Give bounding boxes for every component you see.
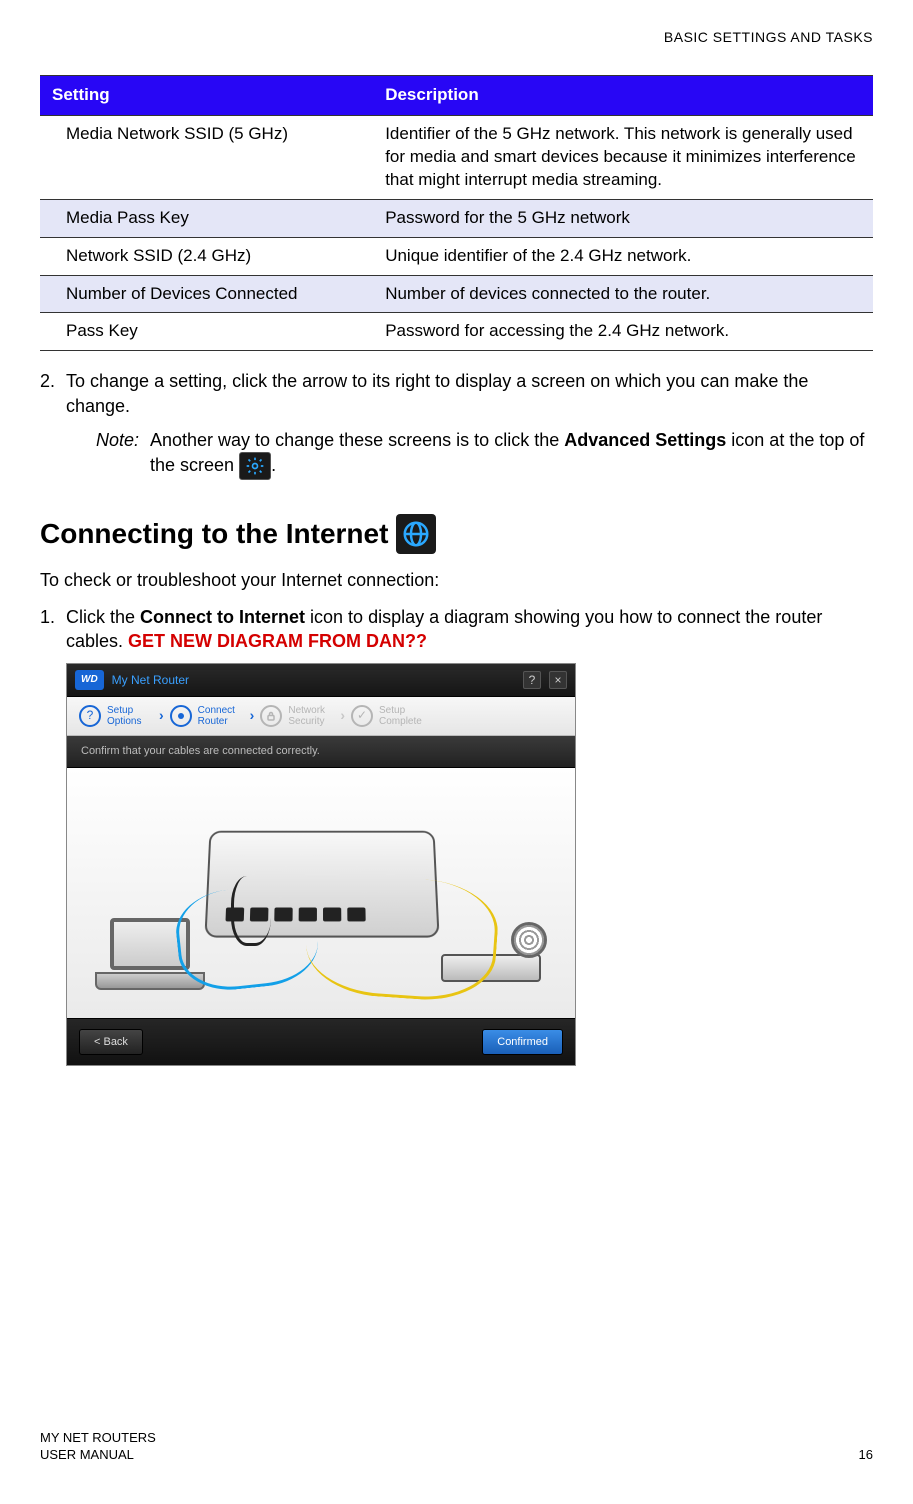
- col-description: Description: [373, 75, 873, 115]
- col-setting: Setting: [40, 75, 373, 115]
- laptop-illustration: [95, 918, 205, 998]
- footer-line2: USER MANUAL: [40, 1447, 156, 1464]
- step-2: 2. To change a setting, click the arrow …: [40, 369, 873, 418]
- note-label: Note:: [96, 428, 150, 480]
- footer-line1: MY NET ROUTERS: [40, 1430, 156, 1447]
- back-button[interactable]: < Back: [79, 1029, 143, 1056]
- cell-setting: Number of Devices Connected: [40, 275, 373, 313]
- wizard-step-setup-options[interactable]: ? SetupOptions: [79, 705, 153, 727]
- chevron-right-icon: ›: [159, 706, 164, 725]
- section-title: Connecting to the Internet: [40, 514, 873, 554]
- intro-text: To check or troubleshoot your Internet c…: [40, 568, 873, 592]
- app-title: My Net Router: [112, 672, 189, 688]
- cell-desc: Password for accessing the 2.4 GHz netwo…: [373, 313, 873, 351]
- wizard-step-connect-router[interactable]: ConnectRouter: [170, 705, 244, 727]
- note-text: Another way to change these screens is t…: [150, 430, 564, 450]
- page-number: 16: [859, 1446, 873, 1464]
- app-titlebar: WD My Net Router ? ×: [67, 664, 575, 697]
- note-body: Another way to change these screens is t…: [150, 428, 873, 480]
- router-app-screenshot: WD My Net Router ? × ? SetupOptions › Co…: [66, 663, 576, 1066]
- table-row: Pass Key Password for accessing the 2.4 …: [40, 313, 873, 351]
- step-body: To change a setting, click the arrow to …: [66, 369, 873, 418]
- gear-icon: [239, 452, 271, 480]
- wizard-steps: ? SetupOptions › ConnectRouter › Network…: [67, 697, 575, 736]
- note: Note: Another way to change these screen…: [96, 428, 873, 480]
- chevron-right-icon: ›: [340, 706, 345, 725]
- note-period: .: [271, 455, 276, 475]
- wifi-icon: [170, 705, 192, 727]
- step-bold: Connect to Internet: [140, 607, 305, 627]
- globe-icon: [396, 514, 436, 554]
- section-header: BASIC SETTINGS AND TASKS: [40, 28, 873, 47]
- cell-setting: Pass Key: [40, 313, 373, 351]
- diagram-canvas: [67, 768, 575, 1018]
- step-number: 2.: [40, 369, 66, 418]
- step-1: 1. Click the Connect to Internet icon to…: [40, 605, 873, 654]
- step-text: Click the: [66, 607, 140, 627]
- step-red: GET NEW DIAGRAM FROM DAN??: [128, 631, 427, 651]
- section-title-text: Connecting to the Internet: [40, 515, 388, 553]
- cell-setting: Network SSID (2.4 GHz): [40, 237, 373, 275]
- check-icon: ✓: [351, 705, 373, 727]
- cell-desc: Unique identifier of the 2.4 GHz network…: [373, 237, 873, 275]
- chevron-right-icon: ›: [250, 706, 255, 725]
- step-label: ConnectRouter: [198, 705, 244, 727]
- step-label: NetworkSecurity: [288, 705, 334, 727]
- cell-desc: Identifier of the 5 GHz network. This ne…: [373, 115, 873, 199]
- step-label: SetupComplete: [379, 705, 425, 727]
- question-icon: ?: [79, 705, 101, 727]
- cell-desc: Number of devices connected to the route…: [373, 275, 873, 313]
- wizard-step-network-security[interactable]: NetworkSecurity: [260, 705, 334, 727]
- page-footer: MY NET ROUTERS USER MANUAL 16: [40, 1430, 873, 1464]
- table-row: Media Network SSID (5 GHz) Identifier of…: [40, 115, 873, 199]
- router-illustration: [204, 830, 439, 937]
- modem-illustration: [441, 928, 551, 988]
- note-bold: Advanced Settings: [564, 430, 726, 450]
- confirmed-button[interactable]: Confirmed: [482, 1029, 563, 1056]
- step-label: SetupOptions: [107, 705, 153, 727]
- cell-setting: Media Network SSID (5 GHz): [40, 115, 373, 199]
- step-body: Click the Connect to Internet icon to di…: [66, 605, 873, 654]
- cell-desc: Password for the 5 GHz network: [373, 199, 873, 237]
- table-row: Media Pass Key Password for the 5 GHz ne…: [40, 199, 873, 237]
- table-row: Number of Devices Connected Number of de…: [40, 275, 873, 313]
- settings-table: Setting Description Media Network SSID (…: [40, 75, 873, 352]
- cell-setting: Media Pass Key: [40, 199, 373, 237]
- instruction-bar: Confirm that your cables are connected c…: [67, 736, 575, 768]
- wd-logo: WD: [75, 670, 104, 690]
- step-number: 1.: [40, 605, 66, 654]
- lock-icon: [260, 705, 282, 727]
- table-row: Network SSID (2.4 GHz) Unique identifier…: [40, 237, 873, 275]
- app-footer: < Back Confirmed: [67, 1018, 575, 1066]
- help-button[interactable]: ?: [523, 671, 541, 689]
- close-button[interactable]: ×: [549, 671, 567, 689]
- wizard-step-setup-complete[interactable]: ✓ SetupComplete: [351, 705, 425, 727]
